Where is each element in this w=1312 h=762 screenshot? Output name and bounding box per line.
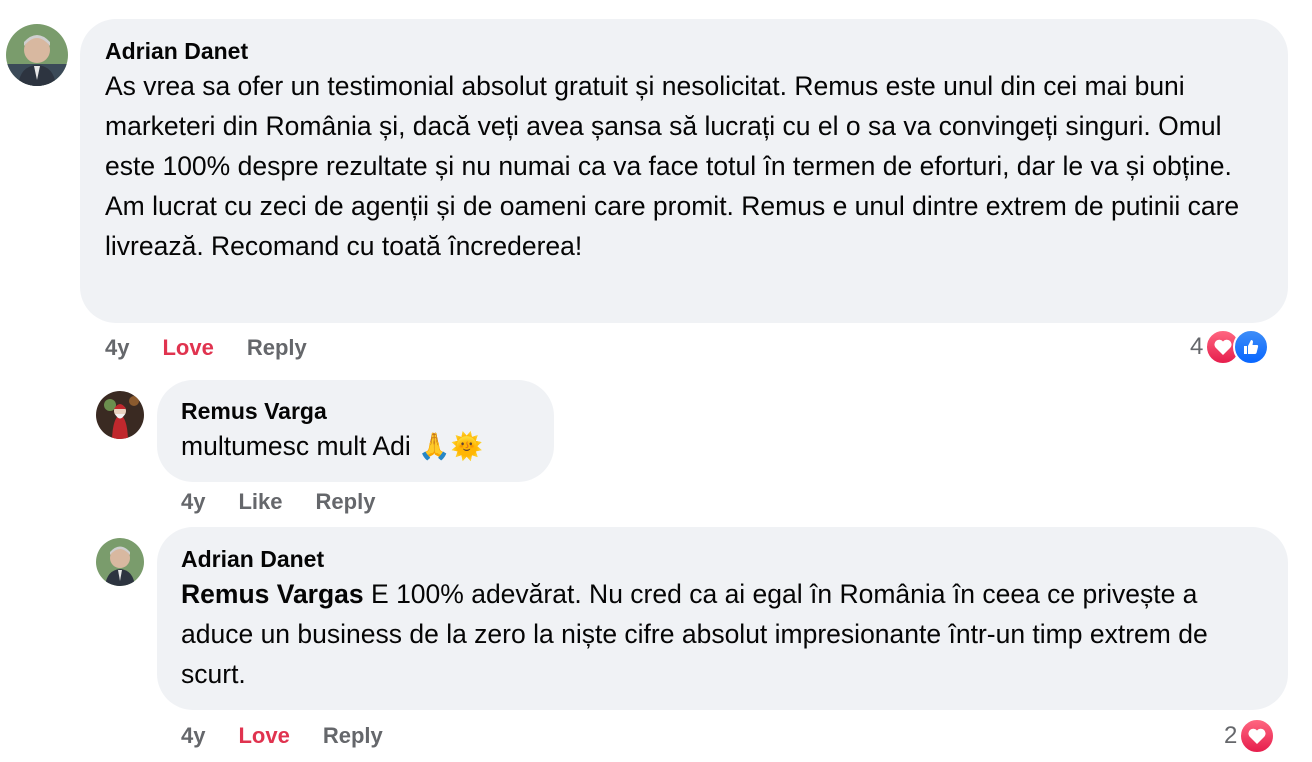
reaction-count: 4 [1190, 333, 1204, 360]
comment-author[interactable]: Adrian Danet [181, 545, 1264, 573]
comment-actions: 4y Love Reply [105, 335, 307, 361]
avatar-image [6, 24, 68, 86]
comment: Adrian Danet As vrea sa ofer un testimon… [0, 0, 1312, 380]
comment-time[interactable]: 4y [105, 335, 129, 361]
avatar-image [96, 538, 144, 586]
avatar[interactable] [96, 391, 144, 439]
avatar[interactable] [6, 24, 68, 86]
reply-button[interactable]: Reply [247, 335, 307, 361]
comment-time[interactable]: 4y [181, 489, 205, 515]
comment-bubble: Remus Varga multumesc mult Adi 🙏🌞 [157, 380, 554, 482]
love-button[interactable]: Love [162, 335, 213, 361]
comment-text: As vrea sa ofer un testimonial absolut g… [105, 71, 1240, 261]
avatar-image [96, 391, 144, 439]
reply-button[interactable]: Reply [323, 723, 383, 749]
reply-comment: Remus Varga multumesc mult Adi 🙏🌞 4y Lik… [0, 380, 1312, 520]
comment-author[interactable]: Adrian Danet [105, 37, 1264, 65]
comment-actions: 4y Like Reply [181, 489, 375, 515]
like-button[interactable]: Like [238, 489, 282, 515]
comment-body: multumesc mult Adi [181, 431, 411, 461]
heart-icon [1239, 718, 1276, 754]
comment-actions: 4y Love Reply [181, 723, 383, 749]
comment-bubble: Adrian Danet Remus Vargas E 100% adevăra… [157, 527, 1288, 710]
reply-comment: Adrian Danet Remus Vargas E 100% adevăra… [0, 520, 1312, 762]
avatar[interactable] [96, 538, 144, 586]
comment-text: Remus Vargas E 100% adevărat. Nu cred ca… [181, 574, 1261, 694]
mention-link[interactable]: Remus Vargas [181, 579, 364, 609]
pray-sun-emoji: 🙏🌞 [418, 432, 483, 462]
comment-text: multumesc mult Adi 🙏🌞 [181, 426, 554, 467]
reaction-count: 2 [1224, 722, 1238, 749]
love-button[interactable]: Love [238, 723, 289, 749]
reaction-summary[interactable]: 4 [1190, 329, 1270, 365]
reply-button[interactable]: Reply [316, 489, 376, 515]
like-icon [1233, 329, 1270, 365]
reaction-summary[interactable]: 2 [1224, 718, 1276, 754]
comment-bubble: Adrian Danet As vrea sa ofer un testimon… [80, 19, 1288, 323]
comment-time[interactable]: 4y [181, 723, 205, 749]
comment-author[interactable]: Remus Varga [181, 397, 554, 425]
